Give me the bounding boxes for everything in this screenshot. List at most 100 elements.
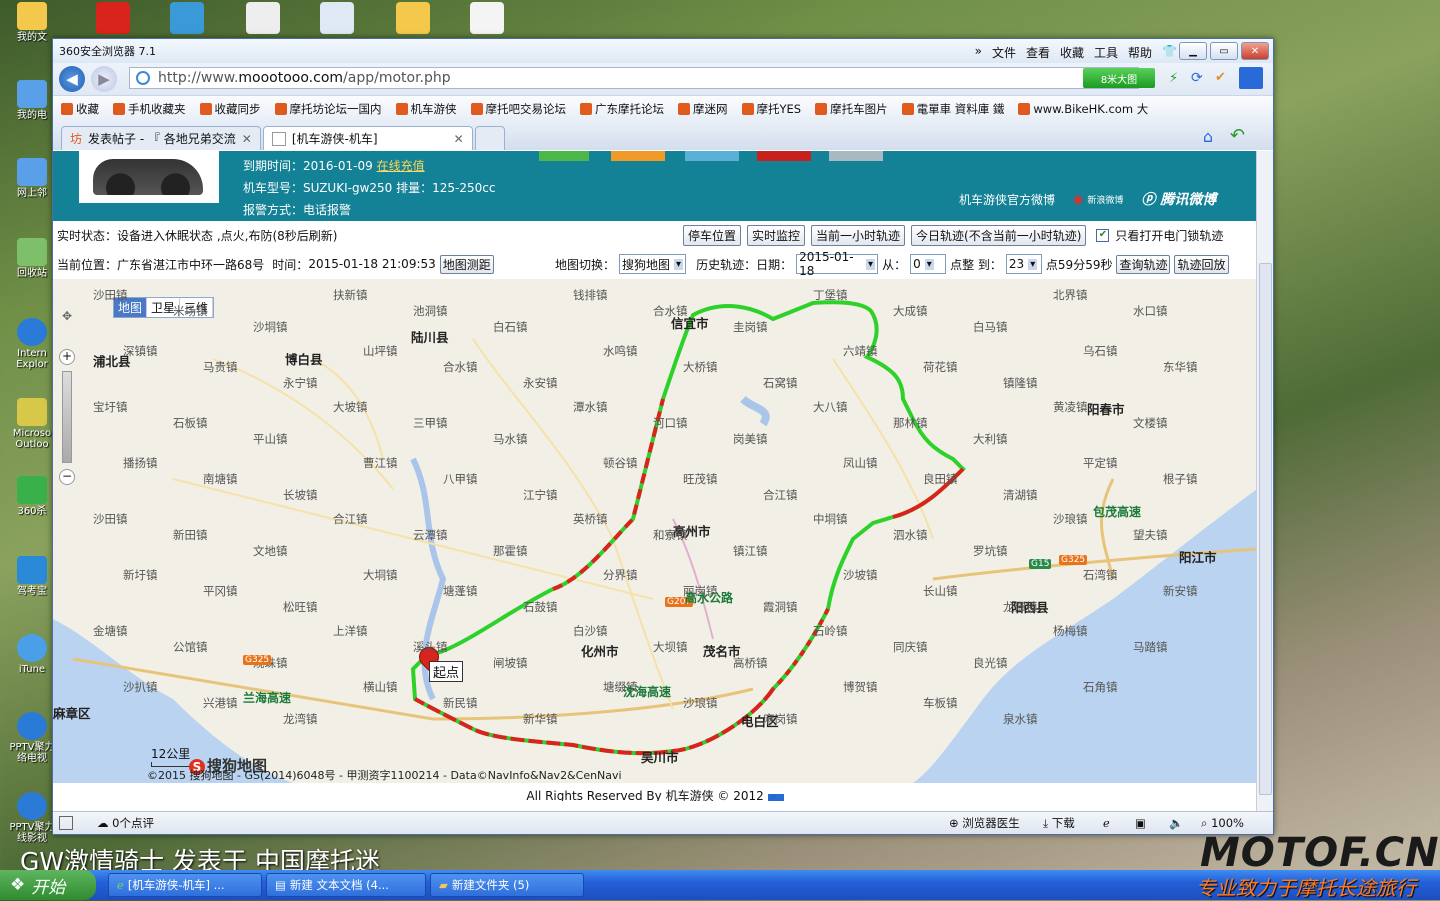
map-switch-select[interactable]: 搜狗地图 xyxy=(619,254,687,274)
home-icon[interactable]: ⌂ xyxy=(1203,127,1213,146)
document-shortcut-icon[interactable] xyxy=(246,2,280,34)
app-shortcut-icon[interactable] xyxy=(96,2,130,34)
tab-close-icon[interactable]: ✕ xyxy=(242,132,252,146)
zoom-in-button[interactable]: + xyxy=(59,349,75,365)
desktop-icon-network[interactable]: 网上邻 xyxy=(6,158,58,199)
today-track-button[interactable]: 今日轨迹(不含当前一小时轨迹) xyxy=(911,225,1087,246)
desktop-icon-label: 我的文 xyxy=(17,32,47,43)
zoom-out-button[interactable]: − xyxy=(59,469,75,485)
refresh-icon[interactable]: ⟳ xyxy=(1191,70,1203,86)
desktop-icon-my-documents[interactable]: 我的文 xyxy=(6,2,58,43)
desktop-icon-itunes[interactable]: iTune xyxy=(6,634,58,675)
menu-file[interactable]: 文件 xyxy=(992,44,1016,61)
taskbar-item-folder[interactable]: ▰ 新建文件夹 (5) xyxy=(430,873,584,897)
desktop-icon-label: Intern Explor xyxy=(16,348,48,370)
start-button[interactable]: ❖ 开始 xyxy=(0,870,96,900)
menu-help[interactable]: 帮助 xyxy=(1128,44,1152,61)
page-scrollbar[interactable] xyxy=(1256,151,1273,811)
banner-button-red[interactable] xyxy=(757,151,811,161)
desktop-icon-outlook[interactable]: Microso Outloo xyxy=(6,398,58,450)
map-town-label: 溪头镇 xyxy=(413,640,448,654)
app-shortcut-icon[interactable] xyxy=(170,2,204,34)
status-page-icon[interactable] xyxy=(59,816,73,830)
fav-item[interactable]: 摩托车图片 xyxy=(815,101,888,117)
menu-more-icon[interactable]: » xyxy=(975,44,982,61)
last-hour-track-button[interactable]: 当前一小时轨迹 xyxy=(811,225,906,246)
from-hour-select[interactable]: 0 xyxy=(910,254,947,274)
desktop-icon-360[interactable]: 360杀 xyxy=(6,476,58,517)
status-points[interactable]: ☁ 0个点评 xyxy=(97,815,154,831)
close-button[interactable]: ✕ xyxy=(1241,42,1269,60)
fav-item[interactable]: 摩托吧交易论坛 xyxy=(471,101,567,117)
maximize-button[interactable]: ▭ xyxy=(1210,42,1238,60)
undo-icon[interactable]: ↶ xyxy=(1230,125,1245,146)
desktop-icon-pptv-1[interactable]: PPTV聚力 络电视 xyxy=(6,712,58,764)
fav-item[interactable]: 机车游侠 xyxy=(396,101,457,117)
fav-item[interactable]: 電單車 資料庫 鐵 xyxy=(902,101,1005,117)
new-tab-button[interactable] xyxy=(474,126,505,150)
baidu-paw-icon[interactable]: 🐾 xyxy=(767,794,784,801)
history-date-input[interactable]: 2015-01-18 xyxy=(796,250,879,278)
replay-track-button[interactable]: 轨迹回放 xyxy=(1174,254,1229,274)
fav-item[interactable]: 摩托坊论坛一国内 xyxy=(275,101,382,117)
fav-item[interactable]: 摩迷网 xyxy=(678,101,728,117)
banner-button-blue[interactable] xyxy=(685,151,739,161)
folder-shortcut-icon[interactable] xyxy=(396,2,430,34)
fav-item[interactable]: 摩托YES xyxy=(742,101,802,117)
query-track-button[interactable]: 查询轨迹 xyxy=(1116,254,1171,274)
tencent-weibo-link[interactable]: ⓟ 腾讯微博 xyxy=(1141,189,1216,209)
sina-weibo-link[interactable]: ◉ 新浪微博 xyxy=(1073,192,1123,206)
route-speed-segment xyxy=(771,608,830,691)
desktop-icon-pptv-2[interactable]: PPTV聚力 线影视 xyxy=(6,792,58,844)
menu-favorites[interactable]: 收藏 xyxy=(1060,44,1084,61)
forward-button[interactable]: ▶ xyxy=(91,66,117,92)
menu-tools[interactable]: 工具 xyxy=(1094,44,1118,61)
position-row: 当前位置： 广东省湛江市中环一路68号 时间： 2015-01-18 21:09:5… xyxy=(53,249,1257,279)
tab-forum-post[interactable]: 坊发表帖子 - 『 各地兄弟交流 ✕ xyxy=(61,126,261,150)
desktop-icon-jiakao[interactable]: 驾考宝 xyxy=(6,556,58,597)
to-hour-select[interactable]: 23 xyxy=(1005,254,1042,274)
taskbar-item-notepad[interactable]: ▤ 新建 文本文档 (4... xyxy=(266,873,426,897)
url-input[interactable]: http://www. moootooo.com/app/motor.php xyxy=(129,67,1139,89)
tools-icon[interactable] xyxy=(1239,67,1263,89)
download-button[interactable]: ⤓ 下载 xyxy=(1043,815,1075,831)
realtime-monitor-button[interactable]: 实时监控 xyxy=(747,225,806,246)
lightning-icon[interactable]: ⚡ xyxy=(1169,71,1178,86)
browser-doctor[interactable]: ⊕ 浏览器医生 xyxy=(949,815,1020,831)
desktop-icon-my-computer[interactable]: 我的电 xyxy=(6,80,58,121)
renew-link[interactable]: 在线充值 xyxy=(377,159,425,173)
zoom-slider[interactable] xyxy=(62,371,72,463)
window-icon[interactable]: ▣ xyxy=(1135,816,1146,830)
scrollbar-thumb[interactable] xyxy=(1259,263,1272,795)
fav-item[interactable]: 手机收藏夹 xyxy=(113,101,186,117)
fav-item[interactable]: 收藏同步 xyxy=(200,101,261,117)
taskbar-item-browser[interactable]: ℯ [机车游侠-机车] ... xyxy=(108,873,262,897)
parking-position-button[interactable]: 停车位置 xyxy=(683,225,742,246)
zoom-level[interactable]: ⌕ 100% xyxy=(1201,816,1244,831)
tab-close-icon[interactable]: ✕ xyxy=(454,132,464,146)
image-shortcut-icon[interactable] xyxy=(470,2,504,34)
measure-button[interactable]: 地图测距 xyxy=(439,254,494,274)
app-shortcut-icon[interactable] xyxy=(320,2,354,34)
fav-item[interactable]: 收藏 xyxy=(61,101,99,117)
minimize-button[interactable]: ▁ xyxy=(1179,42,1207,60)
banner-button-gray[interactable] xyxy=(829,151,883,161)
volume-icon[interactable]: 🔈 xyxy=(1169,816,1183,830)
desktop-icon-internet-explorer[interactable]: Intern Explor xyxy=(6,318,58,370)
skin-icon[interactable]: 👕 xyxy=(1162,44,1177,61)
banner-button-orange[interactable] xyxy=(611,151,665,161)
pan-icon[interactable]: ✥ xyxy=(57,309,77,329)
desktop-icon-recycle-bin[interactable]: 回收站 xyxy=(6,238,58,279)
map-town-label: 大桥镇 xyxy=(683,360,718,374)
back-button[interactable]: ◀ xyxy=(59,66,85,92)
ie-mode-icon[interactable]: ℯ xyxy=(1103,816,1110,830)
bigmap-button[interactable]: 8米大图 xyxy=(1083,68,1155,88)
map-canvas[interactable]: 地图 卫星 三维 ✥ + − 起点 信宜市 高州市 化州市 茂名市 电白区 吴川市 阳春市阳… xyxy=(53,279,1257,783)
dropdown-icon[interactable]: ✔ xyxy=(1215,70,1226,85)
tab-jichexia[interactable]: [机车游侠-机车] ✕ xyxy=(262,126,473,150)
menu-view[interactable]: 查看 xyxy=(1026,44,1050,61)
fav-item[interactable]: 广东摩托论坛 xyxy=(580,101,664,117)
fav-item[interactable]: www.BikeHK.com 大 xyxy=(1018,101,1148,117)
banner-button-green[interactable] xyxy=(539,151,589,161)
only-open-checkbox[interactable]: ✔ xyxy=(1096,229,1110,242)
